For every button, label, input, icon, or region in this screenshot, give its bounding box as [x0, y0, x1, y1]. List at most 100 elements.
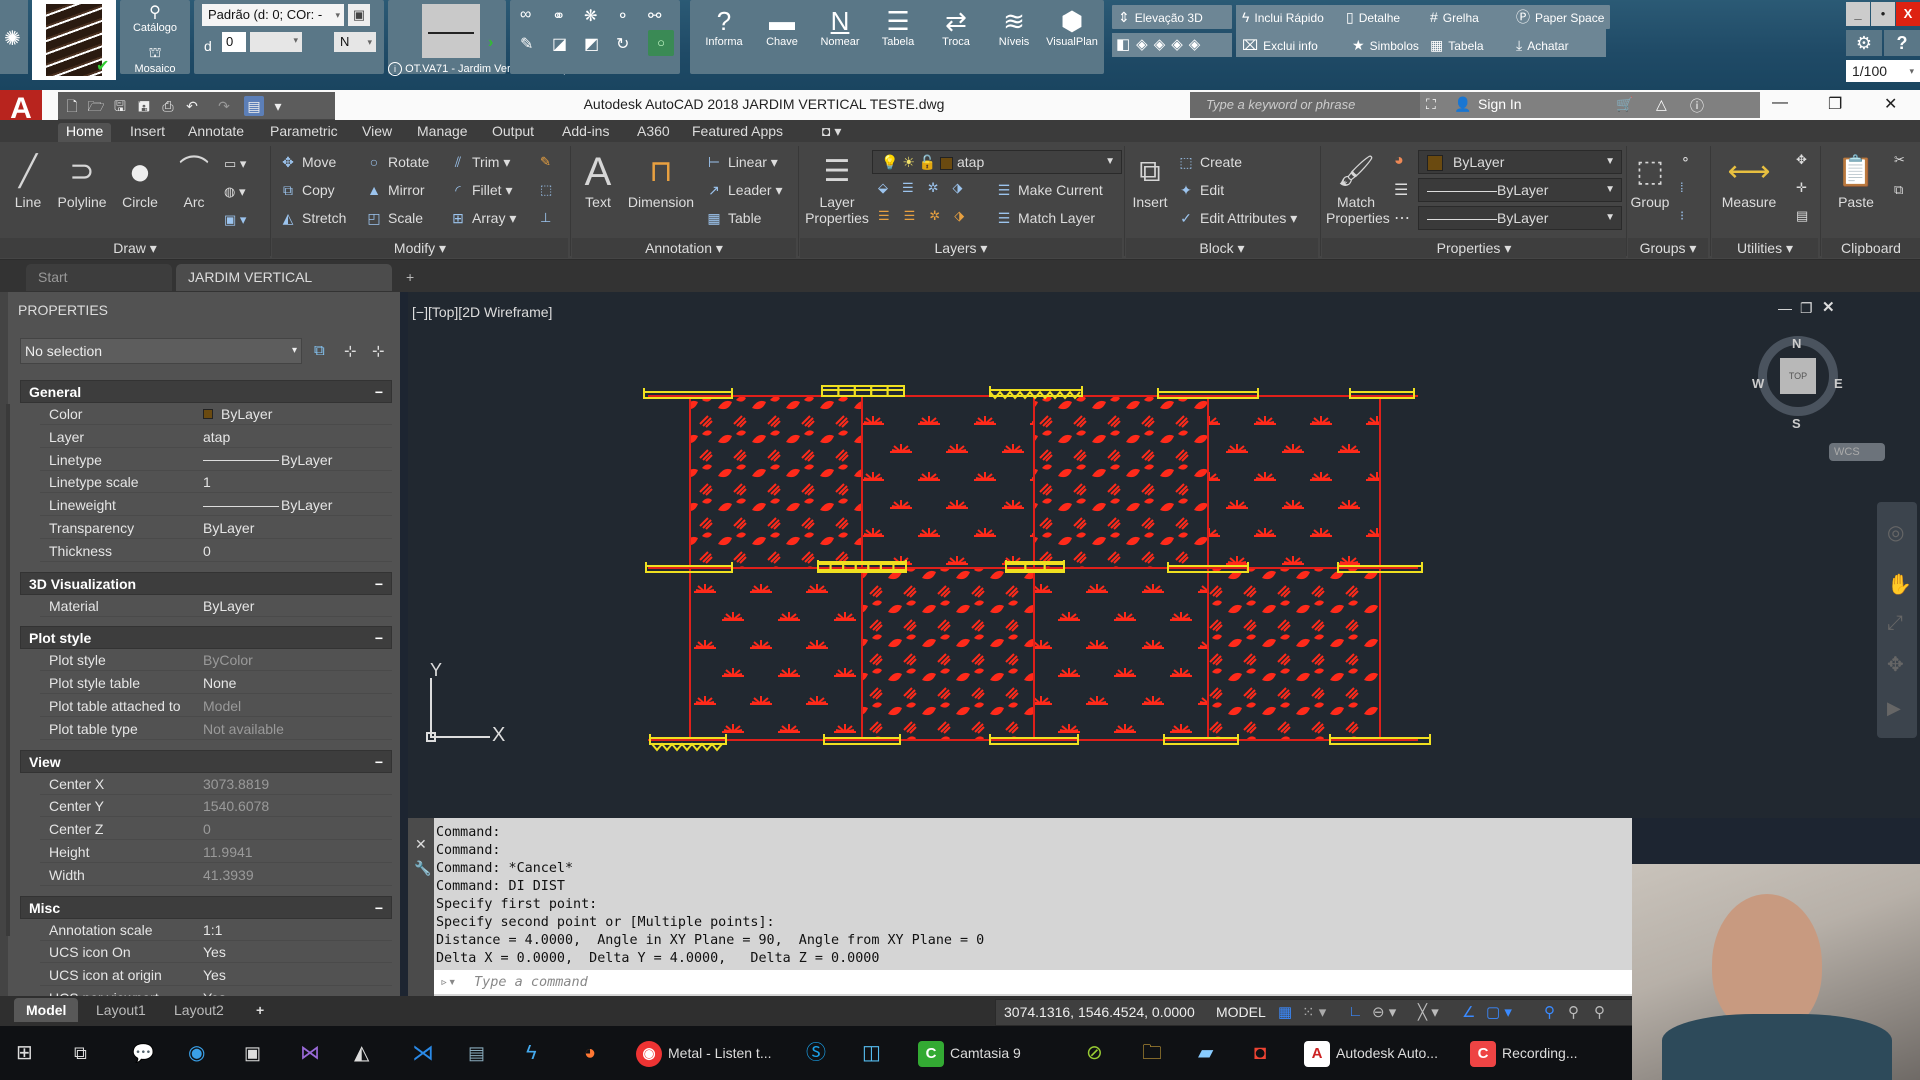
taskbar-chrome[interactable]: ◉ Metal - Listen t... [636, 1036, 776, 1070]
scale-select[interactable]: 1/100 ▾ [1846, 60, 1920, 82]
property-row[interactable]: Thickness 0 [40, 540, 392, 562]
snap-mode-icon[interactable]: ⁙ ▾ [1302, 1003, 1326, 1021]
visual-studio-icon[interactable]: ⋈ [300, 1036, 320, 1070]
dimension-button[interactable]: ⊓ Dimension [622, 152, 700, 210]
property-row[interactable]: Linetype scale 1 [40, 471, 392, 494]
help-circle-icon[interactable]: ⓘ [1690, 96, 1704, 116]
steering-wheel-icon[interactable]: ◎ [1887, 520, 1904, 545]
viewcube-top-face[interactable]: TOP [1780, 358, 1816, 394]
cut-icon[interactable]: ✂ [1894, 152, 1905, 168]
quick-select-icon[interactable]: ⊹ [372, 342, 385, 360]
property-row[interactable]: UCS icon On Yes [40, 941, 392, 964]
exclui-info-button[interactable]: ⌧ Exclui info [1236, 33, 1324, 57]
draw-panel-title[interactable]: Draw ▾ [0, 238, 270, 258]
group-button[interactable]: ⬚ Group [1630, 152, 1670, 210]
circle-button[interactable]: ● Circle [116, 152, 164, 210]
inclui-rapido-button[interactable]: ϟ Inclui Rápido [1236, 5, 1330, 29]
tab-add-ins[interactable]: Add-ins [562, 123, 609, 139]
palette-scrollbar[interactable] [6, 404, 10, 936]
circle-tool-button[interactable]: ○ [648, 30, 674, 56]
join-icon[interactable]: ⚭ [552, 6, 565, 26]
grid-display-icon[interactable]: ▦ [1278, 1003, 1292, 1021]
wrench-icon[interactable]: 🔧 [414, 860, 431, 877]
help-button[interactable]: ? [1884, 30, 1920, 56]
taskbar-autocad[interactable]: A Autodesk Auto... [1304, 1036, 1454, 1070]
linetype-icon[interactable]: ⋯ [1394, 208, 1410, 228]
annotation-panel-title[interactable]: Annotation ▾ [572, 238, 796, 258]
tab-view[interactable]: View [362, 123, 392, 139]
collapse-icon[interactable]: − [375, 751, 383, 773]
match-properties-button[interactable]: 🖌 Match Properties [1326, 152, 1390, 226]
plugin-close-button[interactable]: X [1896, 2, 1920, 26]
app-mountain-icon[interactable]: ◭ [354, 1036, 369, 1070]
shape-icon[interactable]: ◪ [552, 34, 567, 54]
app-camera-icon[interactable]: ◫ [862, 1036, 881, 1070]
select-objects-icon[interactable]: ⊹ [344, 342, 357, 360]
drawing-viewport[interactable]: [−][Top][2D Wireframe] Y X — ❐ ✕ TOP N S… [408, 292, 1920, 818]
section-header-3d-visualization[interactable]: 3D Visualization − [20, 571, 392, 595]
visualplan-button[interactable]: ⬢ VisualPlan [1042, 6, 1102, 48]
taskbar-camtasia[interactable]: C Camtasia 9 [918, 1036, 1048, 1070]
match-layer-button[interactable]: ☰ Match Layer [994, 206, 1095, 230]
simbolos-button[interactable]: ★ Simbolos [1346, 33, 1425, 57]
collapse-icon[interactable]: − [375, 573, 383, 595]
insert-button[interactable]: ⧉ Insert [1130, 152, 1170, 210]
command-input[interactable]: ▹▾ Type a command [434, 970, 1632, 994]
tab-featured-apps[interactable]: Featured Apps [692, 123, 783, 139]
property-row[interactable]: Center X 3073.8819 [40, 773, 392, 795]
property-row[interactable]: UCS icon at origin Yes [40, 964, 392, 987]
section-header-plot-style[interactable]: Plot style − [20, 626, 392, 650]
property-row[interactable]: Width 41.3939 [40, 864, 392, 886]
ungroup-icon[interactable]: ⚬ [1680, 152, 1691, 168]
arc-button[interactable]: ⌒ Arc [172, 152, 216, 210]
app-terminal-icon[interactable]: ▣ [244, 1036, 261, 1070]
array-button[interactable]: ⊞ Array ▾ [448, 206, 516, 230]
groups-panel-title[interactable]: Groups ▾ [1628, 238, 1708, 258]
property-row[interactable]: Lineweight ByLayer [40, 494, 392, 517]
leader-button[interactable]: ↗ Leader ▾ [704, 178, 782, 202]
firefox-icon[interactable]: ◕ [584, 1036, 596, 1070]
branch-icon[interactable]: ⚯ [648, 6, 661, 26]
offset-icon[interactable]: ⊥ [540, 210, 551, 226]
minimize-button[interactable]: — [1772, 94, 1788, 112]
model-space-button[interactable]: MODEL [1216, 1004, 1266, 1020]
section-header-general[interactable]: General − [20, 380, 392, 403]
app-pen-icon[interactable]: ⊘ [1086, 1036, 1103, 1070]
office-icon[interactable]: ◘ [1254, 1036, 1266, 1070]
tab-home[interactable]: Home [58, 123, 112, 142]
sheet-icon[interactable]: ◩ [584, 34, 599, 54]
n-select[interactable]: N ▾ [334, 32, 376, 52]
property-row[interactable]: Plot style table None [40, 672, 392, 695]
rotate-button[interactable]: ○ Rotate [364, 150, 429, 174]
rotate-point-icon[interactable]: ↻ [616, 34, 629, 54]
tab-parametric[interactable]: Parametric [270, 123, 338, 139]
tab-model[interactable]: Model [14, 998, 79, 1022]
lineweight-dropdown[interactable]: ByLayer ▼ [1418, 206, 1622, 230]
tab-manage[interactable]: Manage [417, 123, 468, 139]
property-row[interactable]: Height 11.9941 [40, 841, 392, 863]
app-drop-icon[interactable]: ◉ [188, 1036, 205, 1070]
new-tab-button[interactable]: + [394, 264, 426, 291]
property-row[interactable]: Plot table attached to Model [40, 695, 392, 717]
orbit-icon[interactable]: ✥ [1887, 652, 1904, 677]
layer-dropdown[interactable]: 💡 ☀ 🔓 atap ▼ [872, 150, 1122, 174]
command-prompt-icon[interactable]: ▹▾ [440, 970, 456, 994]
close-command-icon[interactable]: ✕ [415, 836, 427, 853]
quick-select-icon[interactable]: ✥ [1796, 152, 1807, 168]
settings-button[interactable]: ⚙ [1846, 30, 1882, 56]
copy-clip-icon[interactable]: ⧉ [1894, 182, 1903, 198]
property-row[interactable]: Annotation scale 1:1 [40, 919, 392, 941]
property-row[interactable]: Plot table type Not available [40, 718, 392, 740]
polar-icon[interactable]: ⊖ ▾ [1372, 1003, 1396, 1021]
ortho-icon[interactable]: ∟ [1348, 1003, 1363, 1020]
workspace-icon[interactable]: ▤ [244, 96, 264, 116]
file-explorer-icon[interactable]: 🗀 [1142, 1036, 1162, 1070]
customize-qat-icon[interactable]: ▾ [268, 96, 288, 116]
selection-dropdown[interactable]: No selection ▾ [20, 338, 302, 364]
layer-tool-icons-row2[interactable]: ☰☰✲⬗ [878, 208, 978, 224]
lineweight-icon[interactable]: ☰ [1394, 180, 1408, 200]
calculator-icon[interactable]: ▤ [1796, 208, 1808, 224]
elevacao-3d-button[interactable]: ⇕ Elevação 3D [1112, 5, 1232, 29]
viewcube-north[interactable]: N [1792, 336, 1801, 351]
wcs-menu[interactable]: WCS [1829, 443, 1885, 461]
